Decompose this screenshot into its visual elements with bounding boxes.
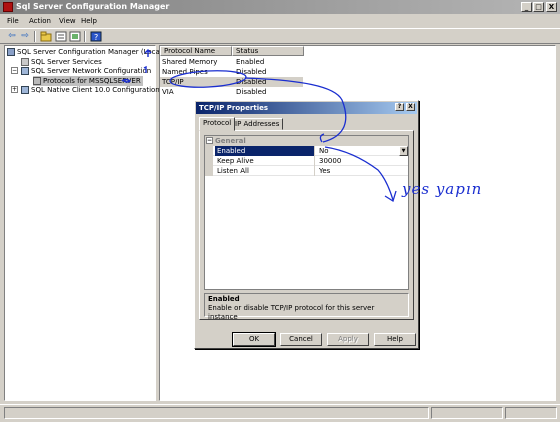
- protocol-name: TCP/IP: [162, 78, 184, 86]
- tree-item-network-config[interactable]: SQL Server Network Configuration: [21, 66, 151, 76]
- status-pane-main: [4, 407, 429, 419]
- property-value[interactable]: Yes: [317, 166, 408, 176]
- ok-button[interactable]: OK: [232, 332, 276, 347]
- tree-item-label: SQL Server Services: [31, 58, 102, 66]
- description-title: Enabled: [208, 295, 240, 303]
- list-row[interactable]: Named Pipes Disabled: [160, 67, 305, 77]
- protocol-status: Enabled: [236, 58, 265, 66]
- tree-expander-expand[interactable]: +: [11, 86, 18, 93]
- chevron-down-icon[interactable]: ▼: [399, 146, 408, 156]
- toolbar: ⇦ ⇨ ?: [0, 28, 560, 44]
- protocol-status: Disabled: [236, 78, 267, 86]
- tree-item-native-client[interactable]: SQL Native Client 10.0 Configuration: [21, 85, 160, 95]
- protocol-status: Disabled: [236, 88, 267, 96]
- status-pane: [505, 407, 557, 419]
- dialog-help-button[interactable]: ?: [395, 103, 404, 111]
- list-row-selected[interactable]: TCP/IP Disabled: [160, 77, 303, 87]
- dialog-close-button[interactable]: X: [406, 103, 415, 111]
- property-value-dropdown[interactable]: No: [317, 146, 408, 156]
- property-description: Enabled Enable or disable TCP/IP protoco…: [204, 293, 409, 321]
- server-config-icon: [7, 48, 15, 56]
- property-value[interactable]: 30000: [317, 156, 408, 166]
- tree-item-label: Protocols for MSSQLSERVER: [43, 77, 141, 85]
- property-row-listen-all[interactable]: Listen All Yes: [205, 166, 408, 176]
- menu-action[interactable]: Action: [26, 16, 54, 26]
- menu-help[interactable]: Help: [78, 16, 100, 26]
- tree-item-config-manager[interactable]: SQL Server Configuration Manager (Local): [7, 47, 164, 57]
- dialog-title: TCP/IP Properties: [199, 104, 269, 112]
- tab-protocol[interactable]: Protocol: [199, 117, 236, 131]
- apply-button[interactable]: Apply: [327, 333, 369, 346]
- list-row[interactable]: VIA Disabled: [160, 87, 305, 97]
- dialog-title-bar[interactable]: TCP/IP Properties: [196, 102, 417, 114]
- description-text: Enable or disable TCP/IP protocol for th…: [208, 304, 375, 321]
- forward-arrow-icon[interactable]: ⇨: [19, 31, 31, 42]
- properties-icon[interactable]: [55, 31, 67, 42]
- tab-page-protocol: − General Enabled No ▼ Keep Alive 30000 …: [199, 130, 414, 321]
- property-gutter: [205, 156, 213, 166]
- status-pane: [431, 407, 503, 419]
- property-key: Listen All: [215, 166, 315, 176]
- minimize-button[interactable]: _: [521, 2, 532, 12]
- tree-item-label: SQL Server Network Configuration: [31, 67, 152, 75]
- menu-bar: File Action View Help: [0, 15, 560, 27]
- services-icon: [21, 58, 29, 66]
- menu-view[interactable]: View: [56, 16, 79, 26]
- tree-expander-collapse[interactable]: −: [11, 67, 18, 74]
- tab-ip-addresses[interactable]: IP Addresses: [231, 118, 284, 130]
- property-gutter: [205, 166, 213, 176]
- up-folder-icon[interactable]: [40, 31, 52, 42]
- client-config-icon: [21, 86, 29, 94]
- property-key: Enabled: [215, 146, 315, 156]
- category-label: General: [215, 137, 246, 145]
- network-config-icon: [21, 67, 29, 75]
- menu-file[interactable]: File: [4, 16, 22, 26]
- protocols-icon: [33, 77, 41, 85]
- status-bar: [0, 404, 560, 422]
- cancel-button[interactable]: Cancel: [280, 333, 322, 346]
- toolbar-separator: [34, 31, 36, 42]
- tree-item-label: SQL Native Client 10.0 Configuration: [31, 86, 160, 94]
- tree-item-label: SQL Server Configuration Manager (Local): [17, 48, 165, 56]
- category-general[interactable]: − General: [205, 136, 408, 146]
- back-arrow-icon[interactable]: ⇦: [6, 31, 18, 42]
- protocol-name: Named Pipes: [162, 68, 208, 76]
- property-grid[interactable]: − General Enabled No ▼ Keep Alive 30000 …: [204, 135, 409, 290]
- svg-text:?: ?: [94, 33, 98, 42]
- category-collapse-icon[interactable]: −: [206, 137, 213, 144]
- list-row[interactable]: Shared Memory Enabled: [160, 57, 305, 67]
- window-title: Sql Server Configuration Manager: [16, 2, 170, 11]
- annotation-text: yes yapın: [402, 180, 483, 198]
- close-button[interactable]: X: [546, 2, 557, 12]
- property-gutter: [205, 146, 213, 156]
- app-icon: [3, 2, 13, 12]
- property-key: Keep Alive: [215, 156, 315, 166]
- column-header-protocol[interactable]: Protocol Name: [160, 46, 232, 56]
- export-icon[interactable]: [69, 31, 81, 42]
- tree-panel[interactable]: SQL Server Configuration Manager (Local)…: [4, 45, 164, 401]
- help-button[interactable]: Help: [374, 333, 416, 346]
- property-row-enabled[interactable]: Enabled No ▼: [205, 146, 408, 156]
- help-icon[interactable]: ?: [90, 31, 102, 42]
- protocol-name: VIA: [162, 88, 174, 96]
- protocol-name: Shared Memory: [162, 58, 218, 66]
- property-row-keep-alive[interactable]: Keep Alive 30000: [205, 156, 408, 166]
- column-header-status[interactable]: Status: [232, 46, 304, 56]
- maximize-button[interactable]: □: [533, 2, 544, 12]
- toolbar-separator: [84, 31, 86, 42]
- tcpip-properties-dialog: TCP/IP Properties ? X Protocol IP Addres…: [194, 100, 419, 349]
- protocol-status: Disabled: [236, 68, 267, 76]
- window-title-bar[interactable]: Sql Server Configuration Manager _ □ X: [0, 0, 560, 14]
